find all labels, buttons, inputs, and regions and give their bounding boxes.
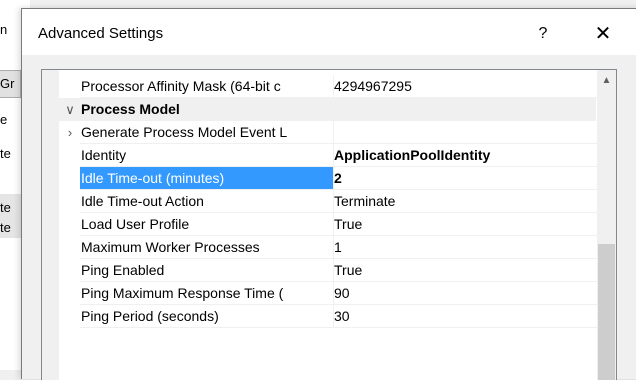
property-row[interactable]: Idle Time-out (minutes) 2: [42, 167, 598, 190]
property-row[interactable]: Idle Time-out Action Terminate: [42, 190, 598, 213]
property-name: Idle Time-out (minutes): [80, 167, 334, 190]
property-value[interactable]: True: [332, 213, 598, 236]
category-label: Process Model: [81, 101, 180, 117]
property-name: Generate Process Model Event L: [80, 121, 334, 144]
property-row[interactable]: Maximum Worker Processes 1: [42, 236, 598, 259]
property-name: Ping Enabled: [80, 259, 334, 282]
category-row[interactable]: ∨ Process Model: [42, 98, 596, 121]
property-value[interactable]: ApplicationPoolIdentity: [332, 144, 598, 167]
property-value[interactable]: 2: [332, 167, 598, 190]
property-row[interactable]: Ping Enabled True: [42, 259, 598, 282]
property-name: Idle Time-out Action: [80, 190, 334, 213]
property-name: Processor Affinity Mask (64-bit c: [80, 75, 334, 98]
close-icon[interactable]: ✕: [588, 19, 618, 49]
help-button[interactable]: ?: [528, 19, 558, 49]
property-name: Ping Maximum Response Time (: [80, 282, 334, 305]
dialog-title: Advanced Settings: [38, 25, 164, 42]
chevron-down-icon[interactable]: ∨: [59, 98, 81, 121]
background-button-fragment[interactable]: Gr: [0, 70, 21, 98]
property-value[interactable]: [332, 121, 598, 144]
property-name: Identity: [80, 144, 334, 167]
property-row[interactable]: Processor Affinity Mask (64-bit c 4294967…: [42, 75, 598, 98]
property-grid: Processor Affinity Mask (64-bit c 4294967…: [41, 69, 617, 380]
property-row[interactable]: › Generate Process Model Event L: [42, 121, 598, 144]
vertical-scrollbar[interactable]: ▲: [597, 70, 616, 380]
property-row[interactable]: Ping Period (seconds) 30: [42, 305, 598, 328]
advanced-settings-dialog: Advanced Settings ? ✕ Processor Affinity…: [21, 8, 636, 380]
property-row[interactable]: Ping Maximum Response Time (90: [42, 282, 598, 305]
property-value[interactable]: 30: [332, 305, 598, 328]
property-value[interactable]: 90: [332, 282, 598, 305]
property-value[interactable]: True: [332, 259, 598, 282]
title-bar[interactable]: Advanced Settings ? ✕: [22, 9, 636, 55]
chevron-right-icon[interactable]: ›: [59, 121, 81, 144]
property-name: Load User Profile: [80, 213, 334, 236]
scroll-up-arrow-icon[interactable]: ▲: [597, 70, 616, 90]
property-row[interactable]: Identity ApplicationPoolIdentity: [42, 144, 598, 167]
property-value[interactable]: 4294967295: [332, 75, 598, 98]
scroll-thumb[interactable]: [598, 244, 615, 380]
property-row[interactable]: Load User Profile True: [42, 213, 598, 236]
property-value[interactable]: 1: [332, 236, 598, 259]
property-value[interactable]: Terminate: [332, 190, 598, 213]
property-name: Maximum Worker Processes: [80, 236, 334, 259]
property-name: Ping Period (seconds): [80, 305, 334, 328]
